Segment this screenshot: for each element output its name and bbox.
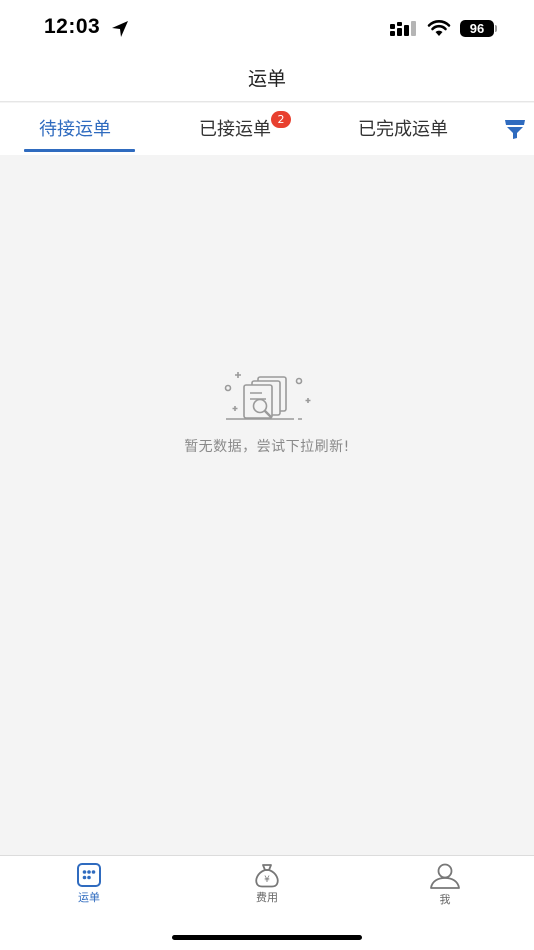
user-icon [430, 863, 460, 889]
filter-icon[interactable] [503, 117, 527, 141]
home-indicator[interactable] [172, 935, 362, 940]
bottom-tab-label: 费用 [256, 891, 278, 904]
empty-state-message: 暂无数据，尝试下拉刷新! [184, 439, 350, 455]
location-arrow-icon [112, 21, 128, 37]
waybill-icon [77, 863, 101, 887]
cellular-signal-icon [390, 21, 416, 36]
svg-text:¥: ¥ [264, 875, 270, 885]
bottom-tab-label: 我 [439, 893, 451, 906]
bottom-tab-label: 运单 [78, 891, 100, 904]
tab-pending-waybills[interactable]: 待接运单 [39, 115, 111, 141]
empty-document-icon [224, 372, 311, 420]
money-bag-icon: ¥ [255, 864, 279, 888]
bottom-tab-me[interactable]: 我 [400, 862, 490, 912]
app-screen: 12:03 96 运单 待接运单 已接运单 2 已完成运单 暂无数据，尝试下拉刷… [0, 0, 534, 950]
status-time: 12:03 [44, 15, 101, 38]
nav-header: 运单 [0, 56, 534, 102]
battery-cap [495, 25, 497, 32]
battery-level: 96 [460, 20, 494, 37]
tab-accepted-waybills[interactable]: 已接运单 [199, 115, 271, 141]
status-bar: 12:03 96 [0, 0, 534, 56]
page-title: 运单 [247, 68, 286, 90]
tab-bar: 待接运单 已接运单 2 已完成运单 [0, 103, 534, 155]
active-tab-underline [24, 149, 135, 152]
accepted-count-badge: 2 [271, 111, 291, 128]
bottom-tab-waybill[interactable]: 运单 [44, 862, 134, 912]
wifi-icon [427, 20, 451, 36]
tab-completed-waybills[interactable]: 已完成运单 [358, 115, 448, 141]
bottom-tab-fees[interactable]: ¥ 费用 [222, 862, 312, 912]
